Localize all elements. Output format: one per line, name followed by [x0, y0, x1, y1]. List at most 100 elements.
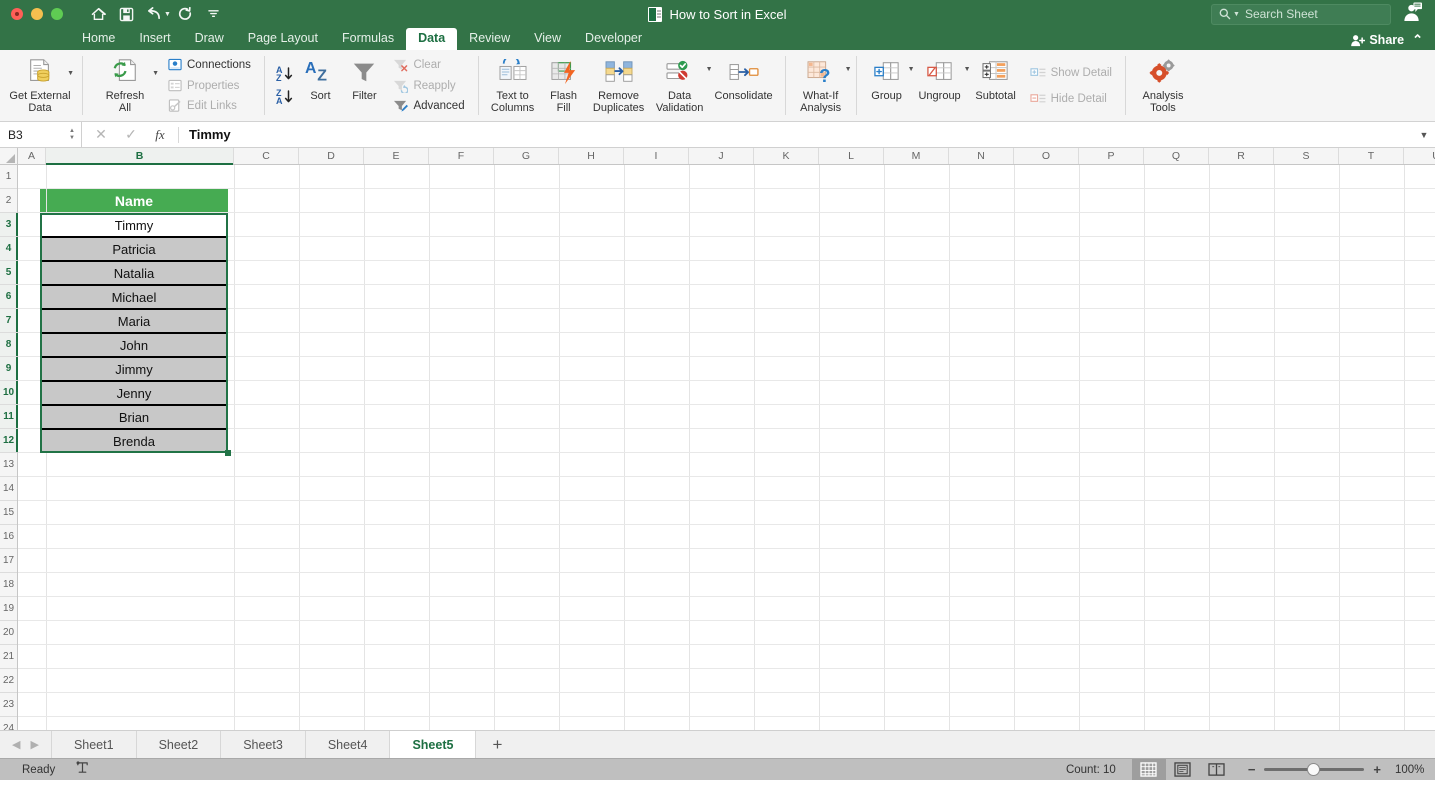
row-header-15[interactable]: 15 — [0, 501, 17, 525]
row-header-16[interactable]: 16 — [0, 525, 17, 549]
group-button[interactable]: ▼ Group — [863, 52, 915, 119]
nav-next-icon[interactable]: ▶ — [30, 738, 38, 751]
edit-links-button[interactable]: Edit Links — [163, 96, 256, 116]
tab-home[interactable]: Home — [70, 28, 127, 50]
fill-handle[interactable] — [225, 450, 231, 456]
share-button[interactable]: Share — [1350, 33, 1404, 47]
data-validation-button[interactable]: ▼ Data Validation — [651, 52, 713, 119]
home-icon[interactable] — [85, 3, 111, 25]
row-header-20[interactable]: 20 — [0, 621, 17, 645]
select-all-corner-button[interactable] — [0, 148, 18, 164]
sheet-tab-sheet4[interactable]: Sheet4 — [304, 731, 390, 758]
zoom-slider-knob[interactable] — [1307, 763, 1321, 776]
filter-button[interactable]: Filter — [342, 52, 386, 119]
row-header-3[interactable]: 3 — [0, 213, 18, 237]
reapply-filter-button[interactable]: Reapply — [388, 76, 469, 96]
column-header-Q[interactable]: Q — [1144, 148, 1209, 164]
hide-detail-button[interactable]: Hide Detail — [1025, 89, 1117, 109]
row-header-14[interactable]: 14 — [0, 477, 17, 501]
row-header-18[interactable]: 18 — [0, 573, 17, 597]
function-fx-icon[interactable]: fx — [146, 127, 174, 143]
sheet-tab-sheet5[interactable]: Sheet5 — [389, 731, 477, 758]
name-box-spinner-icon[interactable]: ▲ ▼ — [69, 128, 75, 141]
get-external-data-button[interactable]: ▼ Get External Data — [4, 52, 76, 119]
row-header-22[interactable]: 22 — [0, 669, 17, 693]
column-header-A[interactable]: A — [18, 148, 46, 164]
row-header-1[interactable]: 1 — [0, 165, 17, 189]
column-header-G[interactable]: G — [494, 148, 559, 164]
column-header-T[interactable]: T — [1339, 148, 1404, 164]
table-cell-B7[interactable]: Maria — [40, 309, 228, 333]
formula-input[interactable]: Timmy — [179, 127, 1413, 142]
search-dropdown-icon[interactable]: ▼ — [1233, 11, 1240, 18]
tab-insert[interactable]: Insert — [127, 28, 182, 50]
connections-button[interactable]: Connections — [163, 55, 256, 75]
remove-duplicates-button[interactable]: Remove Duplicates — [587, 52, 651, 119]
undo-dropdown-icon[interactable]: ▼ — [164, 11, 171, 18]
table-cell-B5[interactable]: Natalia — [40, 261, 228, 285]
page-break-view-button[interactable] — [1200, 759, 1234, 780]
column-header-R[interactable]: R — [1209, 148, 1274, 164]
column-header-J[interactable]: J — [689, 148, 754, 164]
analysis-tools-button[interactable]: Analysis Tools — [1132, 52, 1194, 119]
properties-button[interactable]: Properties — [163, 76, 256, 96]
nav-previous-icon[interactable]: ◀ — [12, 738, 20, 751]
cancel-x-icon[interactable]: ✕ — [86, 126, 116, 143]
sheet-tab-sheet3[interactable]: Sheet3 — [220, 731, 305, 758]
get-external-data-dropdown-icon[interactable]: ▼ — [67, 70, 74, 77]
table-cell-B11[interactable]: Brian — [40, 405, 228, 429]
row-header-17[interactable]: 17 — [0, 549, 17, 573]
column-header-I[interactable]: I — [624, 148, 689, 164]
row-header-9[interactable]: 9 — [0, 357, 18, 381]
row-header-7[interactable]: 7 — [0, 309, 18, 333]
name-box[interactable]: B3 ▲ ▼ — [0, 122, 82, 147]
tab-review[interactable]: Review — [457, 28, 522, 50]
subtotal-button[interactable]: Subtotal — [969, 52, 1023, 119]
tab-developer[interactable]: Developer — [573, 28, 654, 50]
sort-a-to-z-button[interactable]: AZ — [276, 66, 294, 83]
tab-page-layout[interactable]: Page Layout — [236, 28, 330, 50]
column-header-F[interactable]: F — [429, 148, 494, 164]
consolidate-button[interactable]: Consolidate — [709, 52, 779, 119]
chevron-up-icon[interactable]: ⌃ — [1412, 32, 1423, 48]
maximize-window-button[interactable] — [51, 8, 63, 20]
sheet-tab-sheet2[interactable]: Sheet2 — [135, 731, 221, 758]
flash-fill-button[interactable]: Flash Fill — [541, 52, 587, 119]
add-sheet-button[interactable]: + — [476, 731, 518, 758]
table-cell-B9[interactable]: Jimmy — [40, 357, 228, 381]
tab-draw[interactable]: Draw — [183, 28, 236, 50]
table-cell-B10[interactable]: Jenny — [40, 381, 228, 405]
row-header-2[interactable]: 2 — [0, 189, 17, 213]
column-header-K[interactable]: K — [754, 148, 819, 164]
what-if-dropdown-icon[interactable]: ▼ — [845, 66, 852, 73]
search-sheet-input[interactable]: ▼ Search Sheet — [1211, 3, 1391, 25]
sheet-tab-sheet1[interactable]: Sheet1 — [50, 731, 136, 758]
expand-formula-bar-icon[interactable]: ▼ — [1413, 130, 1435, 140]
tab-data[interactable]: Data — [406, 28, 458, 50]
column-header-N[interactable]: N — [949, 148, 1014, 164]
clear-filter-button[interactable]: Clear — [388, 55, 469, 75]
zoom-out-button[interactable]: − — [1248, 762, 1256, 777]
row-header-19[interactable]: 19 — [0, 597, 17, 621]
advanced-filter-button[interactable]: Advanced — [388, 96, 469, 116]
row-header-6[interactable]: 6 — [0, 285, 18, 309]
column-header-H[interactable]: H — [559, 148, 624, 164]
table-cell-B3[interactable]: Timmy — [40, 213, 228, 237]
row-header-12[interactable]: 12 — [0, 429, 18, 453]
column-header-U[interactable]: U — [1404, 148, 1435, 164]
column-header-M[interactable]: M — [884, 148, 949, 164]
normal-view-button[interactable] — [1131, 759, 1166, 780]
row-header-13[interactable]: 13 — [0, 453, 17, 477]
row-header-21[interactable]: 21 — [0, 645, 17, 669]
refresh-all-dropdown-icon[interactable]: ▼ — [152, 70, 159, 77]
zoom-slider[interactable] — [1264, 763, 1365, 776]
confirm-check-icon[interactable]: ✓ — [116, 126, 146, 143]
table-header-cell[interactable]: Name — [40, 189, 228, 213]
page-layout-view-button[interactable] — [1166, 759, 1200, 780]
table-cell-B8[interactable]: John — [40, 333, 228, 357]
refresh-all-button[interactable]: ▼ Refresh All — [89, 52, 161, 119]
tab-formulas[interactable]: Formulas — [330, 28, 406, 50]
what-if-analysis-button[interactable]: ? ▼ What-If Analysis — [792, 52, 852, 119]
row-header-24[interactable]: 24 — [0, 717, 17, 730]
table-cell-B6[interactable]: Michael — [40, 285, 228, 309]
